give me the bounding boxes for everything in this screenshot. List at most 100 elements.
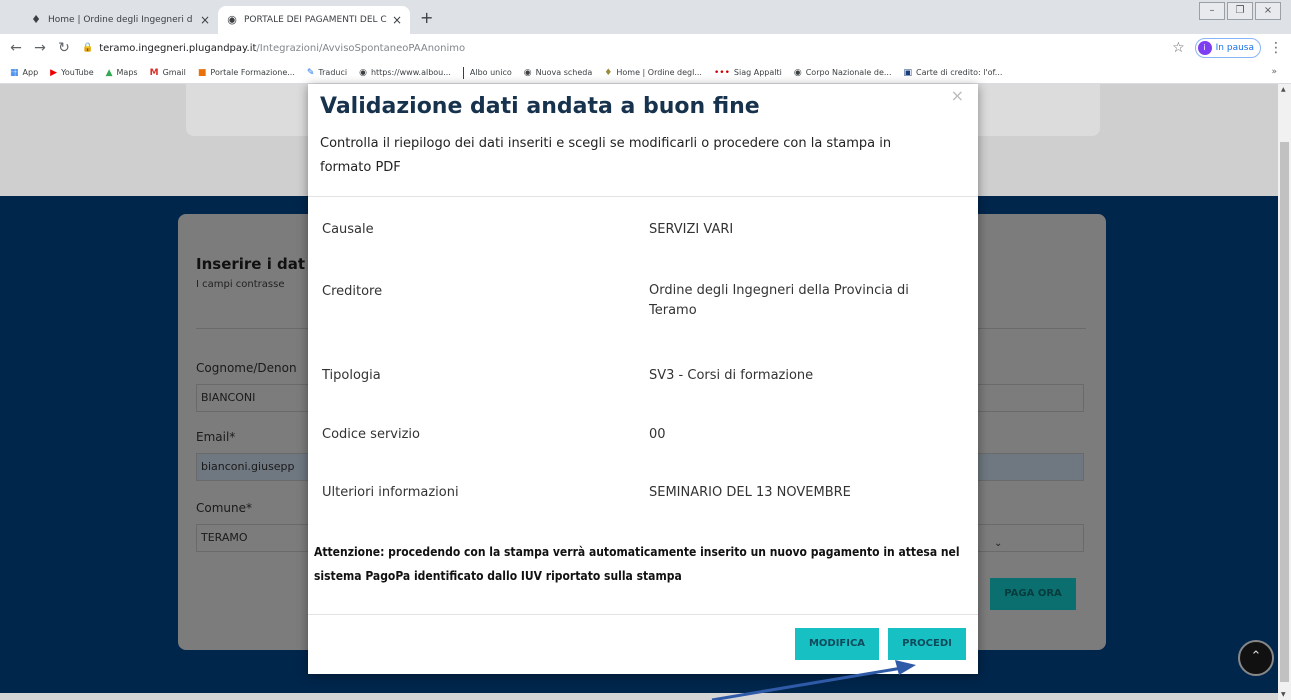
apps-grid-icon: ▦: [10, 67, 19, 78]
close-icon[interactable]: ×: [392, 13, 402, 27]
new-tab-button[interactable]: +: [420, 8, 433, 27]
bookmark-nuova-scheda[interactable]: ◉ Nuova scheda: [524, 68, 593, 78]
chevron-down-icon: ⌄: [994, 538, 1003, 549]
warning-text: Attenzione: procedendo con la stampa ver…: [314, 545, 960, 583]
bookmark-carte-credito[interactable]: ▣ Carte di credito: l'of...: [904, 68, 1003, 78]
divider: [308, 196, 978, 197]
tab-title: Home | Ordine degli Ingegneri d: [48, 15, 193, 25]
codice-servizio-label: Codice servizio: [322, 427, 420, 442]
card-icon: ▣: [903, 67, 913, 78]
lock-icon: 🔒: [82, 43, 94, 53]
window-close-icon[interactable]: ×: [1255, 2, 1281, 20]
bookmark-label: Home | Ordine degl...: [616, 68, 702, 77]
tipologia-label: Tipologia: [322, 368, 381, 383]
ulteriori-informazioni-label: Ulteriori informazioni: [322, 485, 459, 500]
url-path: /Integrazioni/AvvisoSpontaneoPAAnonimo: [256, 42, 466, 54]
form-heading: Inserire i dat: [196, 255, 306, 273]
procedi-button[interactable]: PROCEDI: [888, 628, 966, 660]
bottom-strip: [0, 693, 1278, 700]
translate-icon: ✎: [306, 67, 315, 78]
bookmark-label: Siag Appalti: [733, 68, 782, 77]
youtube-icon: ▶: [50, 67, 58, 78]
bookmark-label: https://www.albou...: [370, 68, 451, 77]
portal-icon: ■: [197, 67, 207, 78]
page-scrollbar[interactable]: ▲ ▼: [1278, 84, 1291, 700]
bookmark-maps[interactable]: ▲ Maps: [106, 68, 138, 78]
profile-button[interactable]: i In pausa: [1194, 38, 1261, 58]
cognome-label: Cognome/Denon: [196, 361, 297, 375]
modifica-button[interactable]: MODIFICA: [795, 628, 879, 660]
scroll-up-icon[interactable]: ▲: [1281, 86, 1286, 93]
tab-home-ordine[interactable]: ♦ Home | Ordine degli Ingegneri d ×: [22, 6, 218, 34]
close-icon[interactable]: ×: [200, 13, 210, 27]
globe-icon: ◉: [793, 67, 802, 78]
creditore-label: Creditore: [322, 284, 383, 299]
bookmark-home-ordine[interactable]: ♦ Home | Ordine degl...: [604, 68, 702, 78]
form-subheading: I campi contrasse: [196, 279, 285, 290]
kebab-menu-icon[interactable]: ⋮: [1269, 40, 1283, 56]
url-field[interactable]: 🔒 teramo.ingegneri.plugandpay.it/Integra…: [82, 43, 465, 54]
bookmark-label: Gmail: [162, 68, 186, 77]
scrollbar-thumb[interactable]: [1280, 142, 1289, 682]
globe-icon: ◉: [523, 67, 532, 78]
browser-tab-strip: ♦ Home | Ordine degli Ingegneri d × ◉ PO…: [0, 0, 1291, 34]
bookmarks-bar: ▦ App ▶ YouTube ▲ Maps M Gmail ■ Portale Form…: [0, 62, 1291, 84]
url-host: teramo.ingegneri.plugandpay.it: [99, 42, 257, 54]
bookmark-label: YouTube: [61, 68, 94, 77]
bookmarks-overflow-icon[interactable]: »: [1271, 67, 1277, 77]
modal-description: Controlla il riepilogo dei dati inseriti…: [320, 136, 892, 175]
dots-icon: •••: [713, 67, 730, 78]
bookmark-albo-unico[interactable]: Albo unico: [470, 68, 512, 77]
bookmark-label: Traduci: [318, 68, 348, 77]
bookmark-gmail[interactable]: M Gmail: [150, 68, 186, 78]
bookmark-label: Albo unico: [469, 68, 512, 77]
causale-label: Causale: [322, 222, 374, 237]
bookmark-label: Portale Formazione...: [210, 68, 295, 77]
window-controls: – ❐ ×: [1197, 2, 1281, 20]
scroll-to-top-button[interactable]: ⌃: [1238, 640, 1274, 676]
minimize-icon[interactable]: –: [1199, 2, 1225, 20]
divider: [308, 614, 978, 615]
modal-title: Validazione dati andata a buon fine: [320, 94, 760, 119]
creditore-value: Ordine degli Ingegneri della Provincia d…: [649, 283, 909, 318]
restore-icon[interactable]: ❐: [1227, 2, 1253, 20]
ordine-favicon-icon: ♦: [604, 67, 613, 78]
ordine-favicon-icon: ♦: [31, 13, 41, 26]
bookmark-youtube[interactable]: ▶ YouTube: [50, 68, 93, 78]
globe-icon: ◉: [359, 67, 367, 78]
globe-icon: ◉: [227, 13, 237, 26]
profile-status: In pausa: [1215, 43, 1254, 53]
bookmark-star-icon[interactable]: ☆: [1172, 40, 1185, 56]
bookmark-corpo-nazionale[interactable]: ◉ Corpo Nazionale de...: [794, 68, 892, 78]
maps-icon: ▲: [105, 67, 113, 78]
bookmark-siag-appalti[interactable]: ••• Siag Appalti: [714, 68, 782, 78]
tab-portale-pagamenti[interactable]: ◉ PORTALE DEI PAGAMENTI DEL C ×: [218, 6, 410, 34]
gmail-icon: M: [149, 67, 159, 78]
avatar: i: [1197, 41, 1212, 55]
causale-value: SERVIZI VARI: [649, 222, 734, 237]
forward-arrow-icon[interactable]: →: [28, 40, 52, 56]
ulteriori-informazioni-value: SEMINARIO DEL 13 NOVEMBRE: [649, 485, 851, 500]
separator-mark: [462, 66, 464, 79]
bookmark-portale-formazione[interactable]: ■ Portale Formazione...: [198, 68, 295, 78]
bookmark-label: Corpo Nazionale de...: [805, 68, 892, 77]
bookmark-apps[interactable]: ▦ App: [10, 68, 38, 78]
close-icon[interactable]: ×: [951, 86, 964, 105]
codice-servizio-value: 00: [649, 427, 666, 442]
bookmark-label: Carte di credito: l'of...: [916, 68, 1003, 77]
address-bar-row: ← → ↻ 🔒 teramo.ingegneri.plugandpay.it/I…: [0, 34, 1291, 62]
email-label: Email*: [196, 430, 236, 444]
bookmark-traduci[interactable]: ✎ Traduci: [307, 68, 347, 78]
bookmark-label: Maps: [116, 68, 138, 77]
validation-modal: × Validazione dati andata a buon fine Co…: [308, 84, 978, 674]
comune-label: Comune*: [196, 501, 253, 515]
back-arrow-icon[interactable]: ←: [4, 40, 28, 56]
bookmark-label: App: [22, 68, 39, 77]
paga-ora-button[interactable]: PAGA ORA: [990, 578, 1076, 610]
tab-title: PORTALE DEI PAGAMENTI DEL C: [244, 15, 387, 25]
bookmark-label: Nuova scheda: [535, 68, 593, 77]
bookmark-albounico-url[interactable]: ◉ https://www.albou...: [359, 68, 451, 78]
tipologia-value: SV3 - Corsi di formazione: [649, 368, 814, 383]
reload-icon[interactable]: ↻: [52, 40, 76, 56]
scroll-down-icon[interactable]: ▼: [1281, 691, 1286, 698]
